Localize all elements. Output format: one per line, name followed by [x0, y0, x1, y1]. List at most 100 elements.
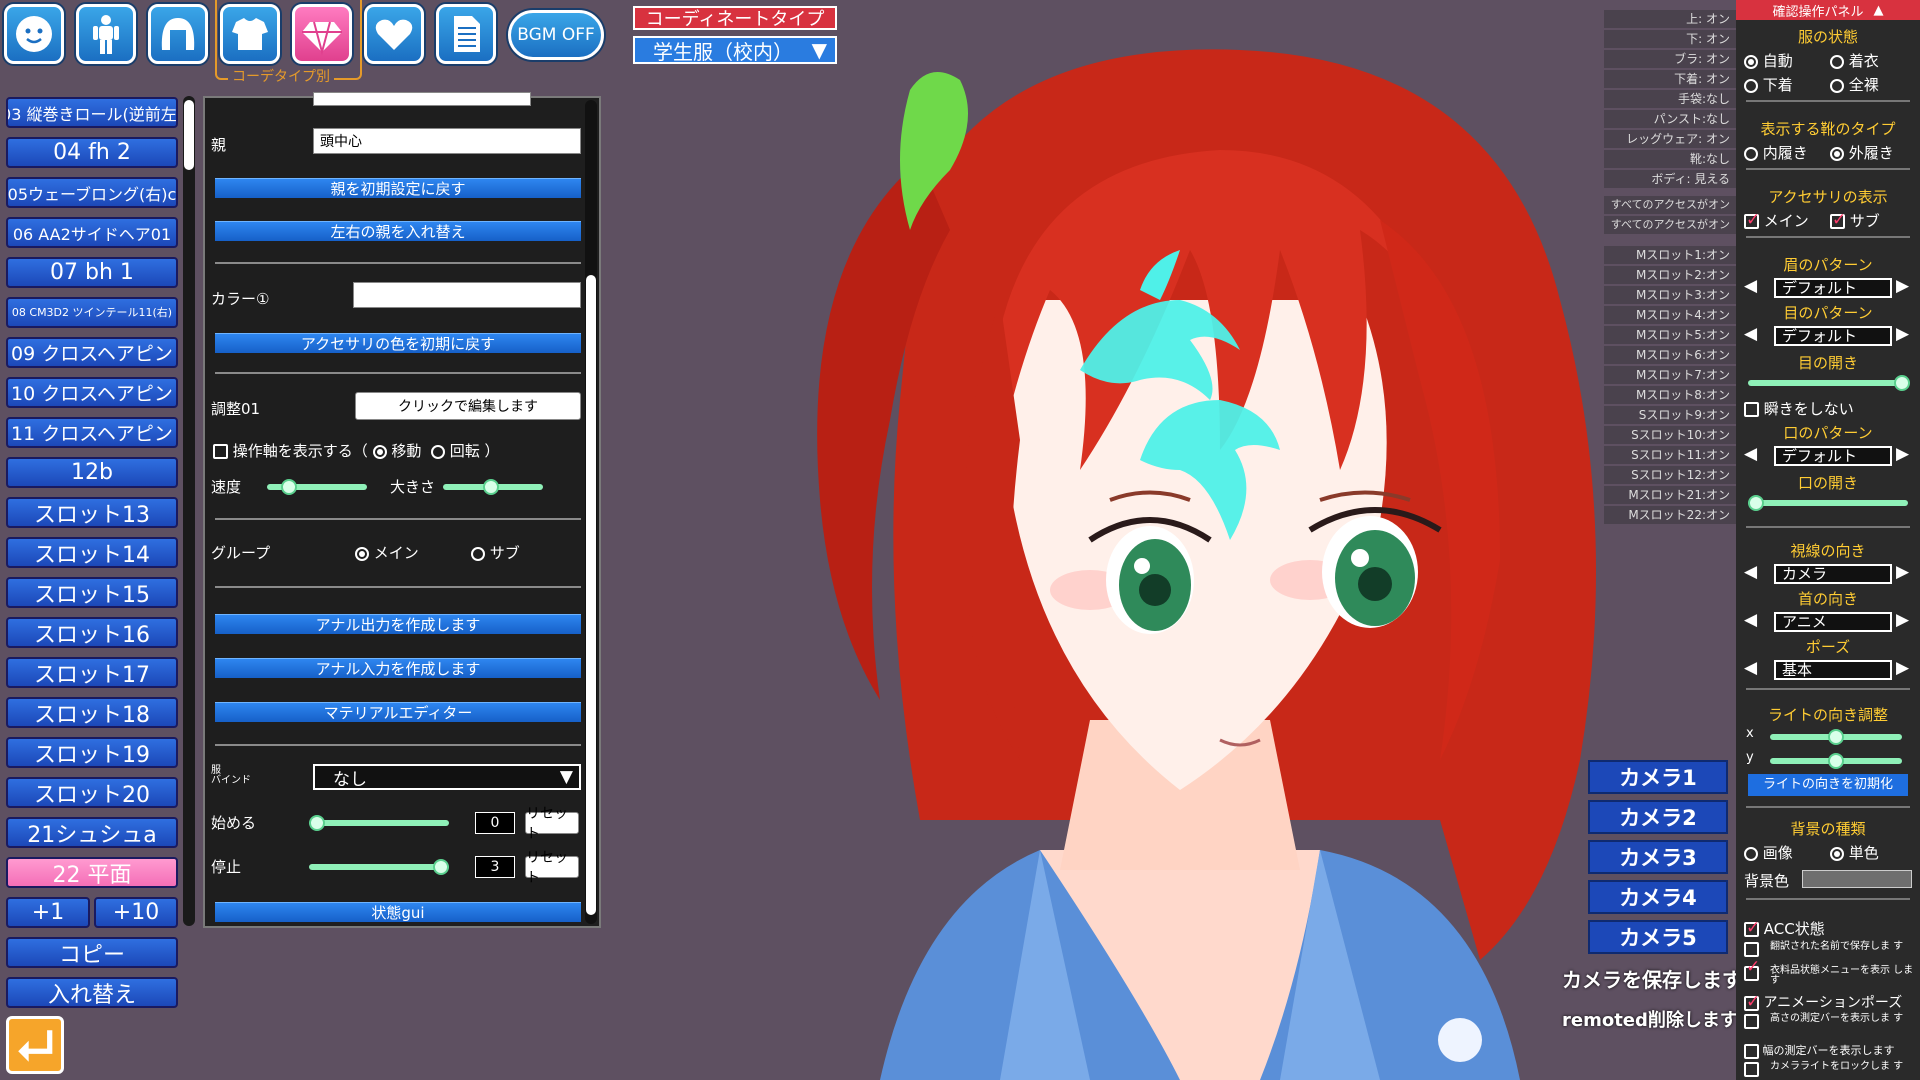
slot-button[interactable]: 08 CM3D2 ツインテール11(右) [6, 297, 178, 328]
clothing-menu-option[interactable]: 衣料品状態メニューを表示 します [1744, 962, 1920, 986]
slot-button[interactable]: 04 fh 2 [6, 137, 178, 168]
slot-plus10-button[interactable]: +10 [94, 897, 178, 928]
next-arrow-icon[interactable]: ▶ [1896, 444, 1909, 464]
next-arrow-icon[interactable]: ▶ [1896, 276, 1909, 296]
prev-arrow-icon[interactable]: ◀ [1744, 562, 1757, 582]
next-arrow-icon[interactable]: ▶ [1896, 610, 1909, 630]
stop-slider[interactable] [309, 859, 449, 875]
next-arrow-icon[interactable]: ▶ [1896, 562, 1909, 582]
slot-button[interactable]: スロット13 [6, 497, 178, 528]
bg-image-option[interactable]: 画像 [1744, 842, 1793, 863]
slider-knob[interactable] [1748, 495, 1764, 511]
back-button[interactable] [6, 1016, 64, 1074]
checkbox[interactable] [1744, 402, 1759, 417]
checkbox[interactable] [1744, 918, 1760, 938]
size-slider[interactable] [443, 479, 543, 495]
translated-name-option[interactable]: 翻訳された名前で保存しま す [1744, 942, 1920, 957]
adjust-edit-button[interactable]: クリックで編集します [355, 392, 581, 420]
slot-list-scrollbar[interactable] [183, 96, 195, 926]
parent-field[interactable]: 頭中心 [313, 128, 581, 154]
prev-arrow-icon[interactable]: ◀ [1744, 658, 1757, 678]
mouth-open-slider[interactable] [1748, 495, 1908, 511]
pose-select[interactable]: 基本 [1774, 660, 1892, 680]
light-y-slider[interactable] [1770, 753, 1902, 769]
slot-button[interactable]: スロット16 [6, 617, 178, 648]
anim-pose-option[interactable]: アニメーションポーズ [1744, 992, 1902, 1012]
scroll-thumb[interactable] [586, 275, 596, 915]
collapse-triangle-icon[interactable]: ▲ [1874, 3, 1884, 18]
color-swatch[interactable] [353, 282, 581, 308]
acc-main-option[interactable]: メイン [1744, 210, 1809, 231]
checkbox[interactable] [1744, 1062, 1759, 1077]
camera-light-lock-option[interactable]: カメラライトをロックしま す [1744, 1062, 1920, 1077]
dressed-option[interactable]: 着衣 [1830, 50, 1879, 71]
indoor-option[interactable]: 内履き [1744, 142, 1808, 163]
rotate-radio[interactable] [430, 444, 445, 459]
camera-1-button[interactable]: カメラ1 [1588, 760, 1728, 794]
document-tab-button[interactable] [436, 4, 496, 64]
slider-knob[interactable] [433, 859, 449, 875]
slider-knob[interactable] [309, 815, 325, 831]
slider-knob[interactable] [1894, 375, 1910, 391]
prev-arrow-icon[interactable]: ◀ [1744, 610, 1757, 630]
prev-arrow-icon[interactable]: ◀ [1744, 324, 1757, 344]
slider-knob[interactable] [281, 479, 297, 495]
prev-arrow-icon[interactable]: ◀ [1744, 276, 1757, 296]
eye-pattern-select[interactable]: デフォルト [1774, 326, 1892, 346]
group-main-radio[interactable] [355, 546, 369, 561]
radio[interactable] [1744, 846, 1758, 861]
radio[interactable] [1744, 78, 1758, 93]
checkbox[interactable] [1830, 210, 1846, 230]
checkbox[interactable] [1744, 1014, 1759, 1029]
underwear-option[interactable]: 下着 [1744, 74, 1793, 95]
brow-pattern-select[interactable]: デフォルト [1774, 278, 1892, 298]
slot-button[interactable]: 10 クロスヘアピン [6, 377, 178, 408]
slot-button[interactable]: 11 クロスヘアピン [6, 417, 178, 448]
checkbox[interactable] [1744, 962, 1760, 981]
reset-parent-button[interactable]: 親を初期設定に戻す [215, 178, 581, 198]
slot-button[interactable]: 12b [6, 457, 178, 488]
checkbox[interactable] [1744, 1043, 1759, 1059]
width-bar-option[interactable]: 幅の測定バーを表示します [1744, 1042, 1895, 1059]
group-sub-radio[interactable] [471, 546, 485, 561]
material-editor-button[interactable]: マテリアルエディター [215, 702, 581, 722]
face-tab-button[interactable] [4, 4, 64, 64]
gaze-select[interactable]: カメラ [1774, 564, 1892, 584]
acc-sub-option[interactable]: サブ [1830, 210, 1880, 231]
slot-button[interactable]: 07 bh 1 [6, 257, 178, 288]
heart-tab-button[interactable] [364, 4, 424, 64]
clothes-tab-button[interactable] [220, 4, 280, 64]
radio[interactable] [1744, 146, 1758, 161]
slot-plus1-button[interactable]: +1 [6, 897, 90, 928]
next-arrow-icon[interactable]: ▶ [1896, 658, 1909, 678]
show-axis-checkbox[interactable] [213, 444, 228, 459]
height-bar-option[interactable]: 高さの測定バーを表示しま す [1744, 1014, 1920, 1029]
bg-color-swatch[interactable] [1802, 870, 1912, 888]
checkbox[interactable] [1744, 992, 1760, 1012]
swap-button[interactable]: 入れ替え [6, 977, 178, 1008]
top-field[interactable] [313, 92, 531, 106]
auto-option[interactable]: 自動 [1744, 50, 1793, 71]
prev-arrow-icon[interactable]: ◀ [1744, 444, 1757, 464]
slot-button[interactable]: スロット19 [6, 737, 178, 768]
nude-option[interactable]: 全裸 [1830, 74, 1879, 95]
acc-state-option[interactable]: ACC状態 [1744, 918, 1825, 939]
reset-color-button[interactable]: アクセサリの色を初期に戻す [215, 333, 581, 353]
slot-button[interactable]: スロット20 [6, 777, 178, 808]
remove-camera-button[interactable]: remoted削除します [1562, 1006, 1738, 1032]
radio[interactable] [1830, 146, 1844, 161]
no-blink-option[interactable]: 瞬きをしない [1744, 398, 1854, 419]
anal-input-button[interactable]: アナル入力を作成します [215, 658, 581, 678]
slot-button[interactable]: スロット14 [6, 537, 178, 568]
bg-solid-option[interactable]: 単色 [1830, 842, 1879, 863]
radio[interactable] [1830, 54, 1844, 69]
slot-button[interactable]: スロット17 [6, 657, 178, 688]
start-value-field[interactable]: 0 [475, 812, 515, 834]
radio[interactable] [1830, 846, 1844, 861]
stop-value-field[interactable]: 3 [475, 856, 515, 878]
hair-tab-button[interactable] [148, 4, 208, 64]
neck-select[interactable]: アニメ [1774, 612, 1892, 632]
slider-knob[interactable] [483, 479, 499, 495]
accessory-tab-button[interactable] [292, 4, 352, 64]
camera-5-button[interactable]: カメラ5 [1588, 920, 1728, 954]
